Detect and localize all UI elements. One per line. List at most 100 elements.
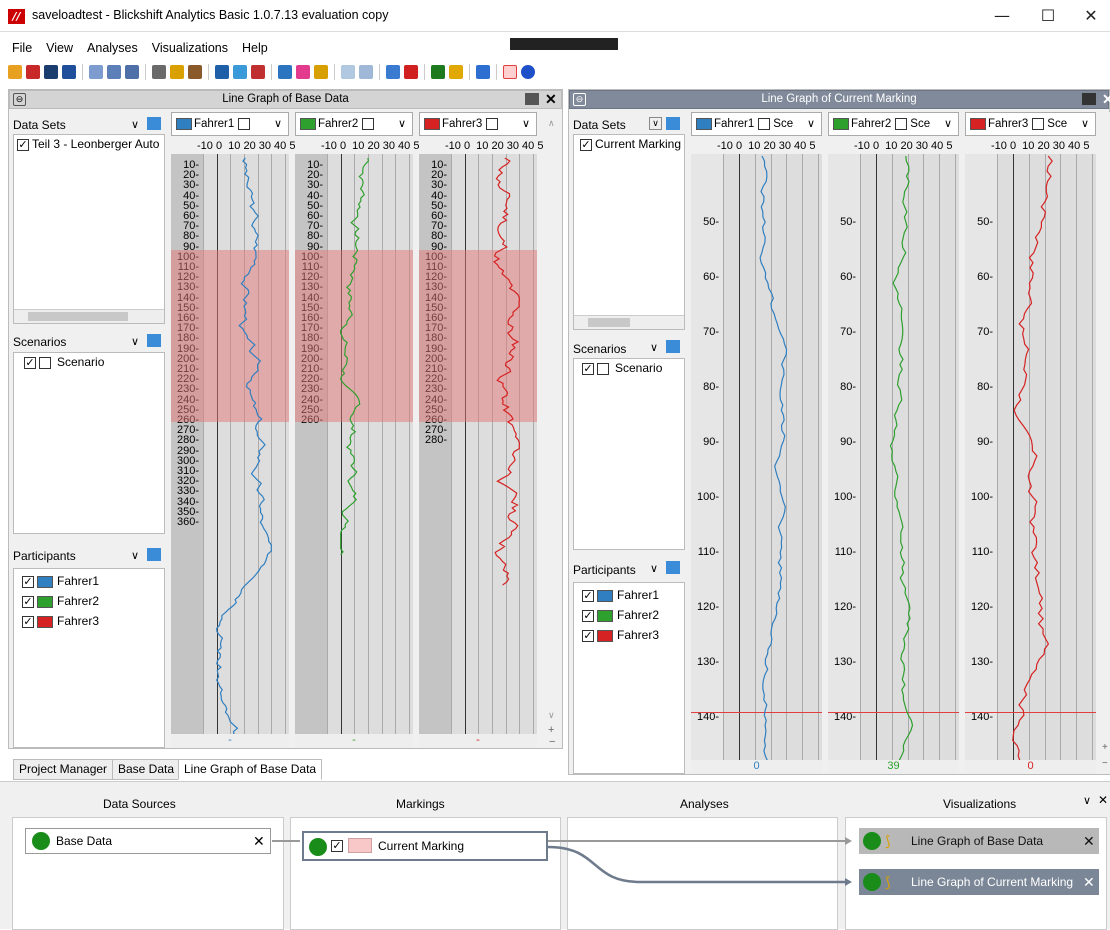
sort-icon[interactable] xyxy=(666,117,680,130)
column-header[interactable]: Fahrer1 ∨ xyxy=(171,112,289,136)
chevron-down-icon[interactable]: ∨ xyxy=(649,117,662,130)
vertical-scrollbar[interactable]: + − xyxy=(1101,112,1110,774)
minimize-button[interactable]: — xyxy=(985,4,1019,28)
list-item[interactable]: ✓ Teil 3 - Leonberger Auto xyxy=(14,135,164,155)
checkbox[interactable]: ✓ xyxy=(582,609,594,622)
menu-help[interactable]: Help xyxy=(242,41,268,55)
plot-area[interactable]: 10-20-30-40-50-60-70-80-90-100-110-120-1… xyxy=(171,154,289,734)
scrollbar-thumb[interactable] xyxy=(588,318,630,327)
horizontal-scrollbar[interactable] xyxy=(14,309,164,323)
participant-item[interactable]: ✓ Fahrer3 xyxy=(574,626,684,646)
checkbox[interactable]: ✓ xyxy=(582,362,594,375)
plot-area[interactable]: 50- 60- 70- 80- 90- 100- 110- 120- 130- 140- xyxy=(965,154,1096,760)
table-icon[interactable] xyxy=(386,65,400,79)
plot-area[interactable]: 50- 60- 70- 80- 90- 100- 110- 120- 130- 140- xyxy=(691,154,822,760)
visualization-node[interactable]: ⟆ Line Graph of Current Marking ✕ xyxy=(859,869,1099,895)
aggregate-icon[interactable] xyxy=(170,65,184,79)
checkbox[interactable] xyxy=(1032,117,1045,130)
chevron-down-icon[interactable]: ∨ xyxy=(274,113,282,135)
checkbox[interactable]: ✓ xyxy=(22,615,34,628)
checkbox[interactable] xyxy=(486,117,499,130)
checkbox[interactable]: ✓ xyxy=(24,356,36,369)
compare-icon[interactable] xyxy=(125,65,139,79)
participant-item[interactable]: ✓ Fahrer1 xyxy=(574,586,684,606)
column-header[interactable]: Fahrer3 ∨ xyxy=(419,112,537,136)
transform-icon[interactable] xyxy=(188,65,202,79)
panel-settings-icon[interactable] xyxy=(1082,93,1096,105)
remove-icon[interactable]: ✕ xyxy=(1083,869,1095,895)
chevron-down-icon[interactable]: ∨ xyxy=(398,113,406,135)
plot-area[interactable]: 10-20-30-40-50-60-70-80-90-100-110-120-1… xyxy=(295,154,413,734)
menu-view[interactable]: View xyxy=(46,41,73,55)
checkbox[interactable]: ✓ xyxy=(582,589,594,602)
sort-icon[interactable] xyxy=(147,548,161,561)
menu-analyses[interactable]: Analyses xyxy=(87,41,138,55)
data-filter-icon[interactable] xyxy=(89,65,103,79)
menu-file[interactable]: File xyxy=(12,41,32,55)
panel-close-icon[interactable]: ✕ xyxy=(545,91,557,108)
drag-grip[interactable] xyxy=(510,38,618,50)
column-header[interactable]: Fahrer2 Sce ∨ xyxy=(828,112,959,136)
chevron-down-icon[interactable]: ∨ xyxy=(131,118,139,131)
checkbox[interactable]: ✓ xyxy=(582,629,594,642)
chevron-down-icon[interactable]: ∨ xyxy=(131,549,139,562)
maximize-button[interactable]: ☐ xyxy=(1031,4,1065,28)
scatter-icon[interactable] xyxy=(359,65,373,79)
checkbox[interactable] xyxy=(39,356,51,369)
remove-icon[interactable]: ✕ xyxy=(1083,828,1095,854)
new-project-icon[interactable] xyxy=(8,65,22,79)
matrix-icon[interactable] xyxy=(431,65,445,79)
plot-area[interactable]: 10-20-30-40-50-60-70-80-90-100-110-120-1… xyxy=(419,154,537,734)
statistics-icon[interactable] xyxy=(152,65,166,79)
menu-visualizations[interactable]: Visualizations xyxy=(152,41,228,55)
remove-icon[interactable]: ✕ xyxy=(253,829,265,853)
column-header[interactable]: Fahrer1 Sce ∨ xyxy=(691,112,822,136)
participant-item[interactable]: ✓ Fahrer1 xyxy=(14,572,164,592)
marking-icon[interactable] xyxy=(503,65,517,79)
save-as-icon[interactable] xyxy=(44,65,58,79)
tab-project-manager[interactable]: Project Manager xyxy=(13,759,114,780)
checkbox[interactable]: ✓ xyxy=(22,575,34,588)
timeline-icon[interactable] xyxy=(404,65,418,79)
sort-icon[interactable] xyxy=(147,334,161,347)
checkbox[interactable]: ✓ xyxy=(22,595,34,608)
chevron-down-icon[interactable]: ∨ xyxy=(522,113,530,135)
vertical-scrollbar[interactable]: ∧ ∨ + − xyxy=(543,112,561,748)
checkbox[interactable] xyxy=(362,117,375,130)
visualization-node[interactable]: ⟆ Line Graph of Base Data ✕ xyxy=(859,828,1099,854)
histogram-icon[interactable] xyxy=(296,65,310,79)
zoom-out-icon[interactable]: − xyxy=(1102,758,1108,769)
line-graph-icon[interactable] xyxy=(341,65,355,79)
scroll-up-icon[interactable]: ∧ xyxy=(548,118,555,129)
participant-item[interactable]: ✓ Fahrer3 xyxy=(14,612,164,632)
horizontal-scrollbar[interactable] xyxy=(574,315,684,329)
zoom-out-icon[interactable]: − xyxy=(549,736,555,748)
panel-close-icon[interactable]: ✕ xyxy=(1102,91,1110,108)
chevron-down-icon[interactable]: ∨ xyxy=(131,335,139,348)
sort-icon[interactable] xyxy=(666,561,680,574)
scroll-down-icon[interactable]: ∨ xyxy=(548,710,555,721)
list-item[interactable]: ✓ Scenario xyxy=(14,353,164,373)
globe-icon[interactable] xyxy=(521,65,535,79)
chevron-down-icon[interactable]: ∨ xyxy=(650,341,658,354)
chevron-down-icon[interactable]: ∨ xyxy=(650,562,658,575)
event-icon[interactable] xyxy=(278,65,292,79)
scrollbar-thumb[interactable] xyxy=(28,312,128,321)
bars-icon[interactable] xyxy=(314,65,328,79)
list-item[interactable]: ✓ Scenario xyxy=(574,359,684,379)
participant-item[interactable]: ✓ Fahrer2 xyxy=(14,592,164,612)
column-header[interactable]: Fahrer2 ∨ xyxy=(295,112,413,136)
marking-node[interactable]: ✓ Current Marking xyxy=(302,831,548,861)
sequence-icon[interactable] xyxy=(233,65,247,79)
heatmap-icon[interactable] xyxy=(449,65,463,79)
zoom-in-icon[interactable]: + xyxy=(548,724,554,736)
close-button[interactable]: ✕ xyxy=(1074,4,1108,28)
checkbox[interactable] xyxy=(758,117,771,130)
checkbox[interactable]: ✓ xyxy=(580,138,592,151)
funnel-icon[interactable] xyxy=(215,65,229,79)
tab-base-data[interactable]: Base Data xyxy=(112,759,181,780)
checkbox[interactable]: ✓ xyxy=(331,840,343,852)
zoom-in-icon[interactable]: + xyxy=(1102,742,1108,753)
checkbox[interactable] xyxy=(238,117,251,130)
open-project-icon[interactable] xyxy=(26,65,40,79)
